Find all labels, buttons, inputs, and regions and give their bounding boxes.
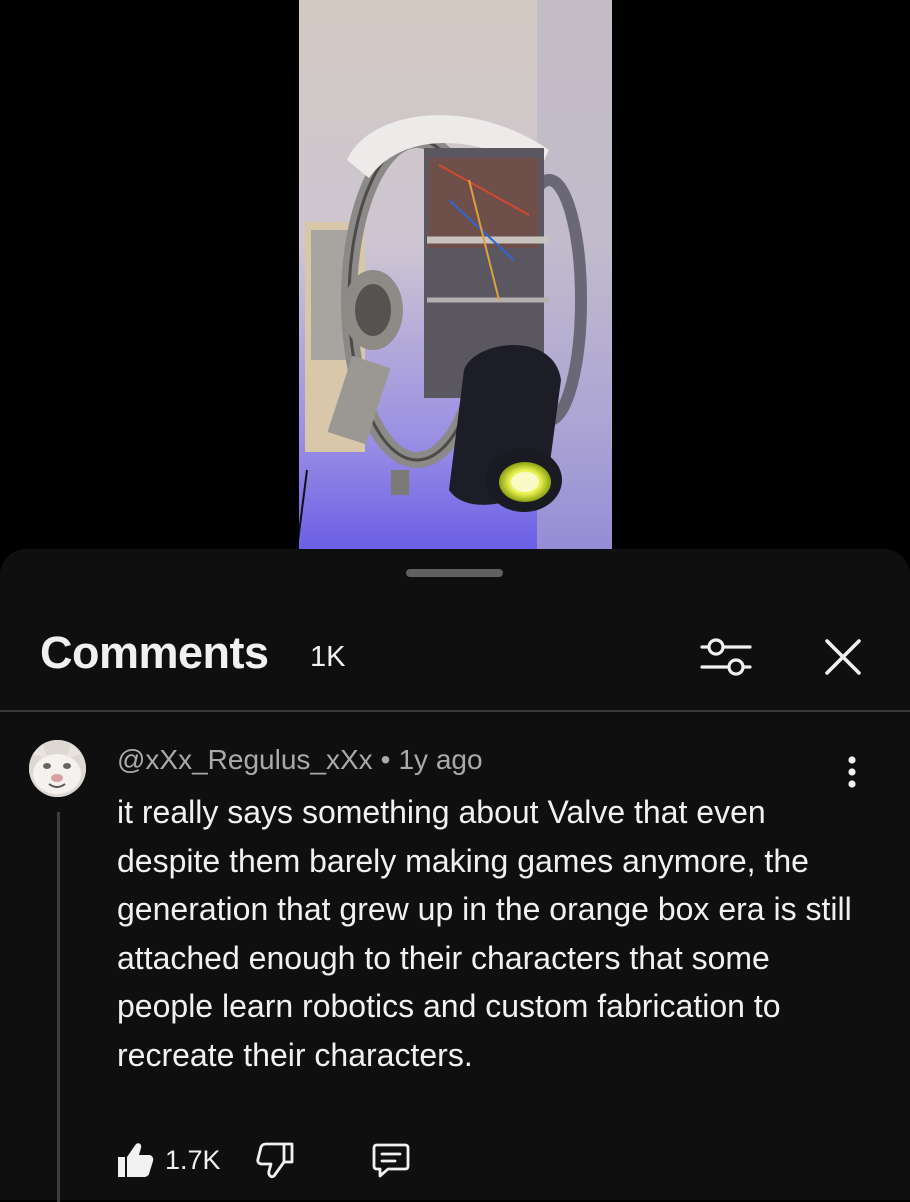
comments-header: Comments 1K	[0, 609, 910, 709]
drag-handle[interactable]	[406, 569, 503, 577]
sliders-icon	[700, 638, 752, 676]
more-vertical-icon	[848, 756, 856, 788]
meta-separator: •	[380, 744, 391, 775]
reply-button[interactable]	[368, 1137, 414, 1183]
thumbs-up-icon	[118, 1143, 154, 1177]
comments-title: Comments	[40, 627, 269, 678]
comment-time: 1y ago	[398, 744, 483, 775]
comment-author[interactable]: @xXx_Regulus_xXx	[117, 744, 373, 775]
close-icon	[825, 639, 861, 675]
thumbs-down-icon	[256, 1142, 294, 1179]
video-frame[interactable]	[299, 0, 612, 549]
like-button[interactable]: 1.7K	[115, 1137, 221, 1183]
robot-video-image	[299, 0, 612, 549]
comments-sheet: Comments 1K @xXx_Regulus_xXx • 1y ago it…	[0, 549, 910, 1202]
video-player[interactable]	[0, 0, 910, 560]
comment-text: it really says something about Valve tha…	[117, 794, 852, 1073]
comment-meta: @xXx_Regulus_xXx • 1y ago	[117, 744, 483, 776]
sort-filter-button[interactable]	[698, 629, 754, 685]
comments-count: 1K	[310, 641, 346, 673]
thread-line	[57, 812, 60, 1202]
comment-item: @xXx_Regulus_xXx • 1y ago it really says s…	[0, 712, 910, 1202]
like-count: 1.7K	[165, 1144, 221, 1175]
comment-actions: 1.7K	[115, 1137, 435, 1183]
close-button[interactable]	[815, 629, 871, 685]
cat-avatar-image	[29, 740, 86, 797]
reply-icon	[372, 1143, 410, 1178]
dislike-button[interactable]	[253, 1137, 299, 1183]
avatar[interactable]	[29, 740, 86, 797]
